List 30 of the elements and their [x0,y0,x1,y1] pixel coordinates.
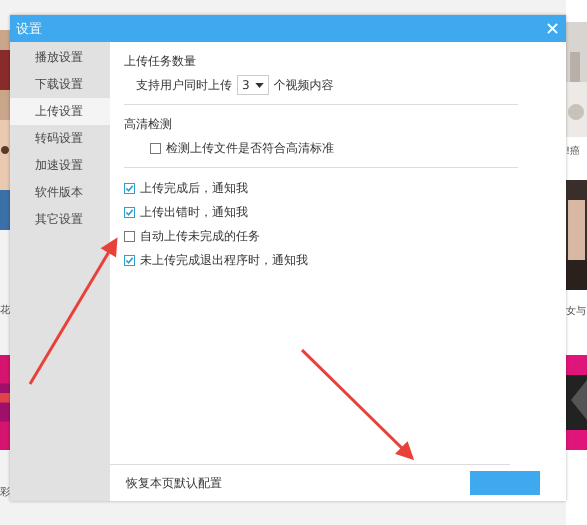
window-title: 设置 [16,20,42,38]
checkbox-label: 上传出错时，通知我 [140,204,248,220]
checkbox[interactable] [124,182,135,194]
option-label: 支持用户同时上传 [136,76,232,94]
section-title: 高清检测 [124,116,173,133]
sidebar-item[interactable]: 下载设置 [10,71,110,98]
sidebar-item[interactable]: 加速设置 [10,152,110,179]
caption-text: 彩 [0,487,10,499]
checkbox-label: 自动上传未完成的任务 [140,228,260,244]
checkbox-label: 未上传完成退出程序时，通知我 [140,252,308,268]
caption-text: 花 [0,305,10,317]
option-label: 个视频内容 [274,76,334,94]
close-icon[interactable] [547,23,558,34]
sidebar-item[interactable]: 播放设置 [10,44,110,71]
checkbox[interactable] [124,206,135,218]
caption-text: 女与 [566,306,586,318]
checkbox-label: 上传完成后，通知我 [140,180,248,196]
checkbox[interactable] [124,230,135,242]
sidebar-item[interactable]: 转码设置 [10,125,110,152]
caption-text: !癌 [566,146,580,158]
checkbox-label: 检测上传文件是否符合高清标准 [166,140,334,156]
caret-icon [254,82,264,88]
sidebar-item[interactable]: 上传设置 [10,98,110,125]
sidebar-item[interactable]: 软件版本 [10,179,110,206]
sidebar-item[interactable]: 其它设置 [10,206,110,233]
restore-defaults-link[interactable]: 恢复本页默认配置 [126,474,222,492]
section-title: 上传任务数量 [124,53,197,70]
checkbox[interactable] [124,254,135,266]
count-dropdown[interactable]: 3 [237,75,269,95]
checkbox[interactable] [150,142,161,154]
